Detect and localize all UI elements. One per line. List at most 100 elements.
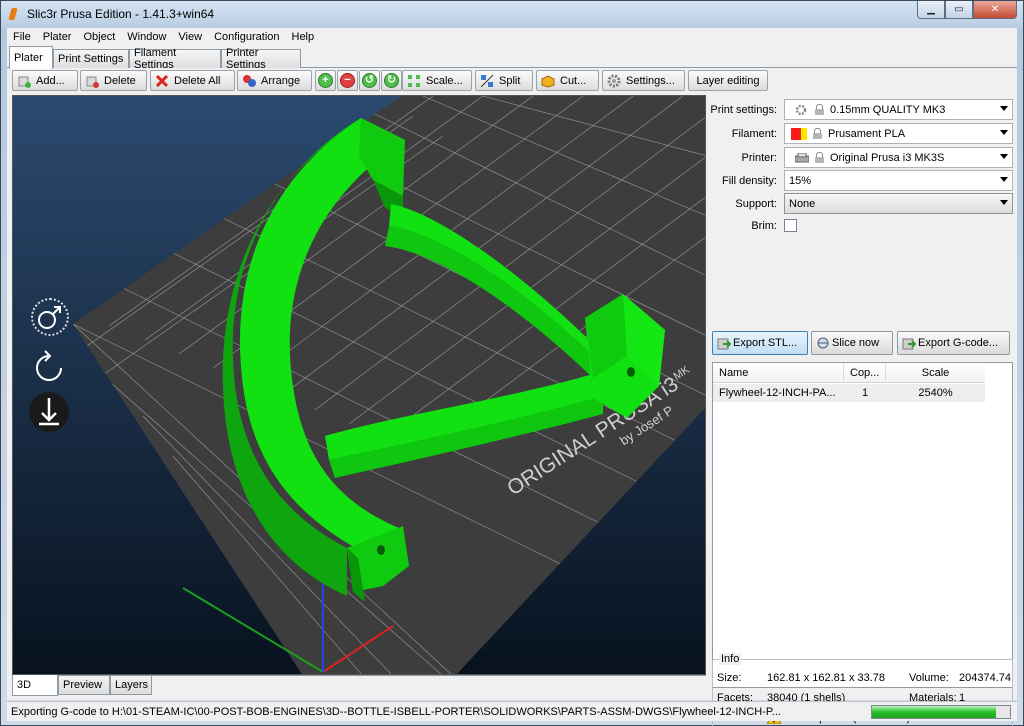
window-title: Slic3r Prusa Edition - 1.41.3+win64	[27, 7, 215, 21]
export-stl-button[interactable]: Export STL...	[712, 331, 808, 355]
delete-button[interactable]: Delete	[80, 70, 147, 91]
chevron-down-icon	[1000, 106, 1008, 111]
tab-3d[interactable]: 3D	[12, 675, 58, 696]
menu-object[interactable]: Object	[77, 31, 121, 43]
tab-plater[interactable]: Plater	[9, 46, 53, 69]
delete-all-button[interactable]: Delete All	[150, 70, 235, 91]
rotate-ccw-icon: ↺	[362, 73, 377, 88]
chevron-down-icon	[1000, 154, 1008, 159]
slice-now-button[interactable]: Slice now	[811, 331, 893, 355]
layer-editing-button[interactable]: Layer editing	[688, 70, 768, 91]
menu-bar: File Plater Object Window View Configura…	[7, 28, 1017, 46]
tab-preview[interactable]: Preview	[58, 676, 110, 695]
rotate-left-button[interactable]: ↺	[359, 70, 380, 91]
arrange-icon	[242, 74, 256, 88]
maximize-button[interactable]: ▭	[945, 1, 973, 19]
object-scale-cell: 2540%	[918, 387, 953, 399]
object-copies-cell: 1	[861, 387, 869, 399]
add-instance-button[interactable]: +	[315, 70, 336, 91]
bolt-hole	[377, 545, 385, 555]
delete-button-label: Delete	[104, 74, 136, 87]
printer-icon	[794, 152, 810, 163]
tab-filament-settings[interactable]: Filament Settings	[129, 47, 221, 71]
status-bar: Exporting G-code to H:\01-STEAM-IC\00-PO…	[7, 701, 1017, 721]
delete-all-icon	[155, 74, 169, 88]
slic3r-app-icon	[7, 7, 21, 21]
cut-button-label: Cut...	[560, 74, 587, 87]
fill-density-combo[interactable]: 15%	[784, 170, 1013, 191]
menu-help[interactable]: Help	[286, 31, 321, 43]
printer-combo[interactable]: Original Prusa i3 MK3S	[784, 147, 1013, 168]
chevron-down-icon	[1000, 130, 1008, 135]
plater-content: Add... Delete Delete All Arrange + − ↺ ↻…	[7, 68, 1017, 726]
printer-label: Printer:	[741, 151, 777, 164]
window-controls: ▁ ▭ ✕	[917, 1, 1017, 19]
settings-button[interactable]: Settings...	[602, 70, 685, 91]
move-gizmo-icon[interactable]	[31, 298, 69, 336]
support-combo[interactable]: None	[784, 193, 1013, 214]
filament-value: Prusament PLA	[828, 127, 906, 140]
column-name[interactable]: Name	[713, 363, 844, 383]
support-value: None	[789, 197, 816, 210]
settings-panel: Print settings: 0.15mm QUALITY MK3 Filam…	[710, 95, 1013, 726]
remove-instance-button[interactable]: −	[337, 70, 358, 91]
fill-density-row: Fill density: 15%	[710, 170, 1013, 191]
scale-button[interactable]: Scale...	[402, 70, 472, 91]
fill-density-value: 15%	[789, 174, 812, 187]
filament-combo[interactable]: Prusament PLA	[784, 123, 1013, 144]
add-object-icon	[17, 74, 31, 88]
tab-layers[interactable]: Layers	[110, 676, 152, 695]
slice-now-label: Slice now	[832, 337, 880, 349]
title-bar: Slic3r Prusa Edition - 1.41.3+win64 ▁ ▭ …	[1, 1, 1023, 27]
export-icon	[717, 336, 732, 350]
object-name-cell: Flywheel-12-INCH-PA...	[719, 387, 836, 399]
split-icon	[480, 74, 494, 88]
export-stl-label: Export STL...	[733, 337, 798, 349]
menu-configuration[interactable]: Configuration	[208, 31, 285, 43]
tab-printer-settings[interactable]: Printer Settings	[221, 47, 301, 71]
arrange-button[interactable]: Arrange	[237, 70, 312, 91]
print-settings-combo[interactable]: 0.15mm QUALITY MK3	[784, 99, 1013, 120]
table-row[interactable]: Flywheel-12-INCH-PA... 1 2540%	[713, 384, 985, 402]
fill-density-label: Fill density:	[721, 174, 777, 187]
menu-file[interactable]: File	[7, 31, 37, 43]
brim-label: Brim:	[751, 219, 777, 232]
minus-icon: −	[340, 73, 355, 88]
gear-icon	[607, 74, 621, 88]
printer-value: Original Prusa i3 MK3S	[830, 151, 945, 164]
place-on-bed-icon[interactable]	[29, 392, 69, 432]
filament-row: Filament: Prusament PLA	[710, 123, 1013, 144]
export-gcode-button[interactable]: Export G-code...	[897, 331, 1010, 355]
print-settings-value: 0.15mm QUALITY MK3	[830, 103, 946, 116]
main-tabs: Plater Print Settings Filament Settings …	[7, 46, 1017, 71]
column-scale[interactable]: Scale	[886, 363, 985, 383]
chevron-down-icon	[1000, 177, 1008, 182]
filament-color-swatch-red	[791, 127, 801, 140]
rotate-gizmo-icon[interactable]	[31, 348, 69, 384]
rotate-right-button[interactable]: ↻	[381, 70, 402, 91]
scale-button-label: Scale...	[426, 74, 463, 87]
3d-viewport[interactable]: ORIGINAL PRUSA i3 MK by Josef P	[12, 95, 706, 675]
minimize-button[interactable]: ▁	[917, 1, 945, 19]
split-button[interactable]: Split	[475, 70, 533, 91]
column-copies[interactable]: Cop...	[844, 363, 886, 383]
layer-editing-button-label: Layer editing	[696, 74, 760, 87]
object-list[interactable]: Name Cop... Scale Flywheel-12-INCH-PA...…	[712, 362, 1013, 688]
plater-toolbar: Add... Delete Delete All Arrange + − ↺ ↻…	[7, 68, 1017, 93]
support-row: Support: None	[710, 193, 1013, 214]
menu-view[interactable]: View	[172, 31, 208, 43]
menu-plater[interactable]: Plater	[37, 31, 78, 43]
add-button[interactable]: Add...	[12, 70, 78, 91]
cut-button[interactable]: Cut...	[536, 70, 599, 91]
3d-scene: ORIGINAL PRUSA i3 MK by Josef P	[73, 96, 705, 674]
view-tabs: 3D Preview Layers	[12, 675, 706, 697]
status-text: Exporting G-code to H:\01-STEAM-IC\00-PO…	[11, 705, 781, 718]
rotate-cw-icon: ↻	[384, 73, 399, 88]
menu-window[interactable]: Window	[121, 31, 172, 43]
volume-label: Volume:	[909, 672, 949, 684]
close-button[interactable]: ✕	[973, 1, 1017, 19]
app-window: Slic3r Prusa Edition - 1.41.3+win64 ▁ ▭ …	[0, 0, 1024, 726]
scale-icon	[407, 74, 421, 88]
brim-checkbox[interactable]	[784, 219, 797, 232]
tab-print-settings[interactable]: Print Settings	[53, 49, 129, 68]
